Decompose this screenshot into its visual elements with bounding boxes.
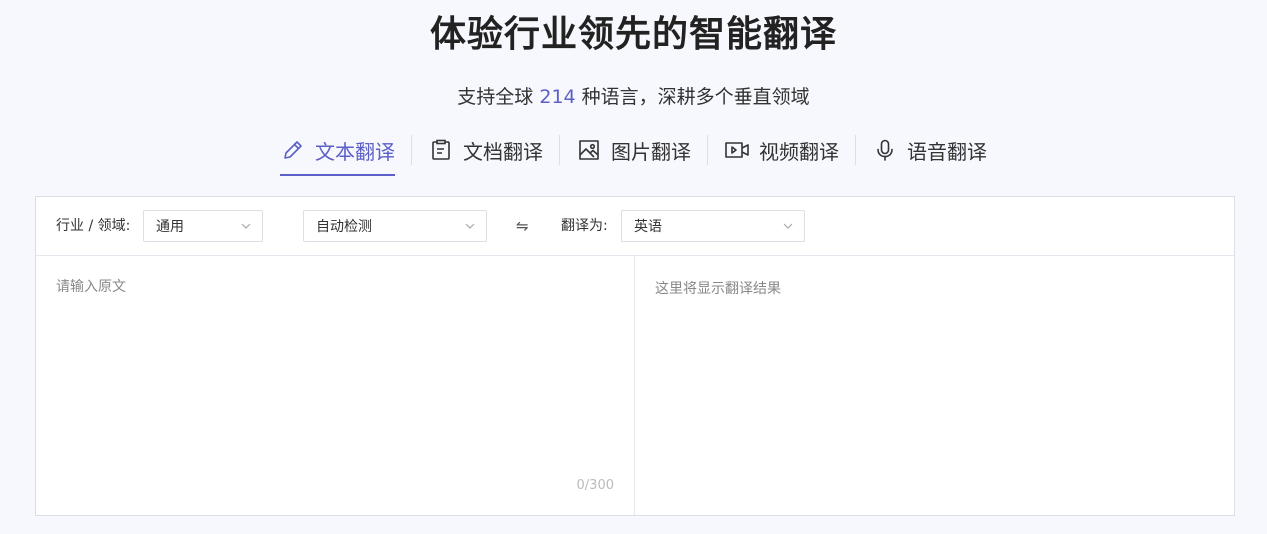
result-pane: 这里将显示翻译结果: [636, 256, 1234, 515]
target-language-value: 英语: [634, 219, 662, 235]
page-subtitle: 支持全球 214 种语言，深耕多个垂直领域: [0, 84, 1267, 110]
document-icon: [428, 137, 454, 163]
tab-label: 文本翻译: [315, 139, 395, 164]
source-language-value: 自动检测: [316, 219, 372, 235]
tab-document-translation[interactable]: 文档翻译: [412, 128, 559, 172]
source-text-input[interactable]: [56, 276, 616, 466]
domain-label: 行业 / 领域:: [56, 218, 131, 234]
chevron-down-icon: [241, 223, 251, 229]
tab-label: 视频翻译: [759, 139, 839, 164]
language-count: 214: [539, 86, 576, 108]
translation-panel: 行业 / 领域: 通用 自动检测 ⇋ 翻译为: 英语 0/300 这里将显示翻译…: [35, 196, 1235, 516]
tab-label: 图片翻译: [611, 139, 691, 164]
video-icon: [724, 137, 750, 163]
image-icon: [576, 137, 602, 163]
pencil-icon: [280, 137, 306, 163]
domain-select[interactable]: 通用: [143, 210, 263, 242]
chevron-down-icon: [783, 223, 793, 229]
tab-text-translation[interactable]: 文本翻译: [280, 128, 411, 176]
translation-toolbar: 行业 / 领域: 通用 自动检测 ⇋ 翻译为: 英语: [36, 197, 1234, 256]
tab-video-translation[interactable]: 视频翻译: [708, 128, 855, 172]
tab-image-translation[interactable]: 图片翻译: [560, 128, 707, 172]
tab-label: 语音翻译: [907, 139, 987, 164]
chevron-down-icon: [465, 223, 475, 229]
translation-mode-tabs: 文本翻译 文档翻译 图片翻译 视频翻译 语音翻译: [0, 128, 1267, 176]
source-language-select[interactable]: 自动检测: [303, 210, 487, 242]
target-language-label: 翻译为:: [561, 218, 608, 234]
target-language-select[interactable]: 英语: [621, 210, 805, 242]
swap-languages-button[interactable]: ⇋: [516, 217, 529, 235]
character-counter: 0/300: [576, 478, 614, 493]
result-placeholder: 这里将显示翻译结果: [655, 281, 781, 297]
translation-editor: 0/300 这里将显示翻译结果: [36, 256, 1234, 515]
tab-speech-translation[interactable]: 语音翻译: [856, 128, 1003, 172]
page-title: 体验行业领先的智能翻译: [429, 14, 837, 55]
source-pane: 0/300: [36, 256, 635, 515]
microphone-icon: [872, 137, 898, 163]
subtitle-suffix: 种语言，深耕多个垂直领域: [581, 86, 810, 108]
domain-select-value: 通用: [156, 219, 184, 235]
tab-label: 文档翻译: [463, 139, 543, 164]
subtitle-prefix: 支持全球: [457, 86, 534, 108]
